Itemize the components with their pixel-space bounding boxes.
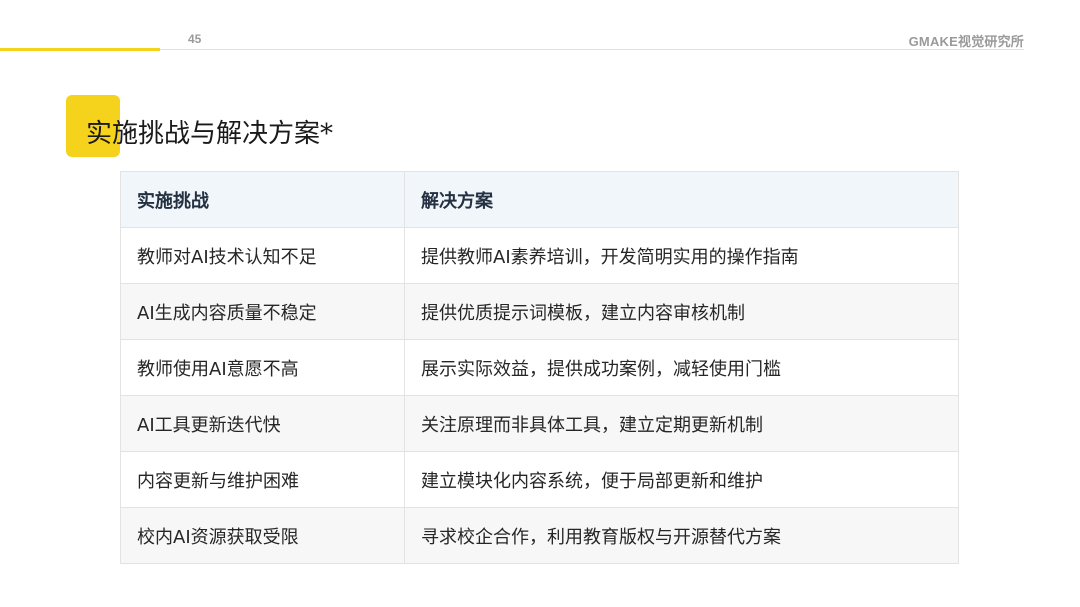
solution-cell: 提供教师AI素养培训，开发简明实用的操作指南 (404, 227, 959, 284)
table-header-row: 实施挑战 解决方案 (120, 171, 959, 228)
challenge-cell: 内容更新与维护困难 (120, 451, 405, 508)
page-number: 45 (188, 32, 202, 46)
table-row: AI生成内容质量不稳定 提供优质提示词模板，建立内容审核机制 (120, 283, 959, 340)
solution-cell: 关注原理而非具体工具，建立定期更新机制 (404, 395, 959, 452)
column-header-challenge: 实施挑战 (120, 171, 405, 228)
table-row: 校内AI资源获取受限 寻求校企合作，利用教育版权与开源替代方案 (120, 507, 959, 564)
solution-cell: 展示实际效益，提供成功案例，减轻使用门槛 (404, 339, 959, 396)
brand-label: GMAKE视觉研究所 (908, 34, 1024, 49)
header-divider (160, 49, 1024, 50)
table-row: 内容更新与维护困难 建立模块化内容系统，便于局部更新和维护 (120, 451, 959, 508)
header-accent-line (0, 48, 160, 51)
page-title: 实施挑战与解决方案* (86, 119, 334, 149)
table-row: AI工具更新迭代快 关注原理而非具体工具，建立定期更新机制 (120, 395, 959, 452)
challenge-cell: AI生成内容质量不稳定 (120, 283, 405, 340)
challenges-table: 实施挑战 解决方案 教师对AI技术认知不足 提供教师AI素养培训，开发简明实用的… (120, 171, 959, 564)
slide-header: 45 GMAKE视觉研究所 (0, 0, 1080, 55)
table-row: 教师对AI技术认知不足 提供教师AI素养培训，开发简明实用的操作指南 (120, 227, 959, 284)
challenge-cell: AI工具更新迭代快 (120, 395, 405, 452)
solution-cell: 建立模块化内容系统，便于局部更新和维护 (404, 451, 959, 508)
solution-cell: 提供优质提示词模板，建立内容审核机制 (404, 283, 959, 340)
challenge-cell: 教师对AI技术认知不足 (120, 227, 405, 284)
table-row: 教师使用AI意愿不高 展示实际效益，提供成功案例，减轻使用门槛 (120, 339, 959, 396)
challenge-cell: 教师使用AI意愿不高 (120, 339, 405, 396)
column-header-solution: 解决方案 (404, 171, 959, 228)
solution-cell: 寻求校企合作，利用教育版权与开源替代方案 (404, 507, 959, 564)
challenge-cell: 校内AI资源获取受限 (120, 507, 405, 564)
